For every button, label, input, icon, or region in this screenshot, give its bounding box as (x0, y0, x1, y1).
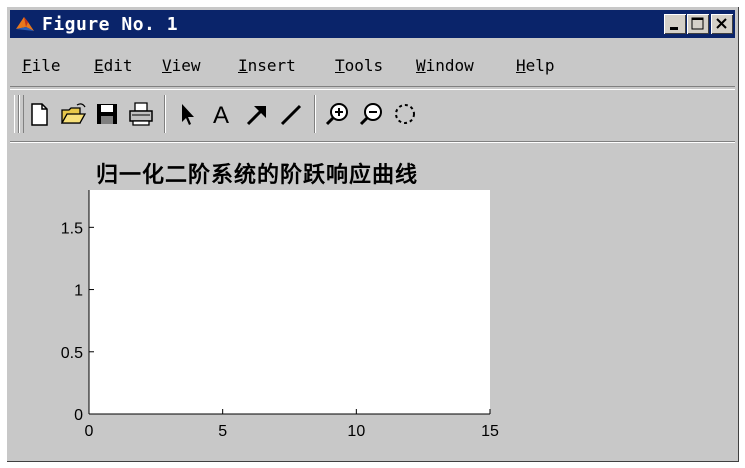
x-tick-label: 10 (347, 423, 365, 440)
x-tick-label: 5 (218, 423, 227, 440)
open-folder-icon (60, 103, 87, 124)
plot-title: 归一化二阶系统的阶跃响应曲线 (96, 162, 419, 188)
figure-toolbar: A (10, 89, 735, 139)
menu-bar: File Edit View Insert Tools Window Help (10, 44, 735, 84)
close-button[interactable] (711, 14, 733, 34)
insert-text-icon: A (213, 102, 229, 129)
zoom-in-icon (325, 103, 348, 126)
maximize-button[interactable] (687, 14, 709, 34)
menu-insert[interactable]: Insert (238, 56, 296, 75)
arrow-pointer-icon (182, 104, 194, 125)
menu-label-rest: nsert (247, 56, 296, 75)
insert-arrow-button[interactable] (242, 99, 272, 129)
x-tick-label: 0 (85, 423, 94, 440)
menu-mnemonic: T (335, 56, 345, 75)
insert-text-button[interactable]: A (206, 99, 236, 129)
menu-mnemonic: W (416, 56, 426, 75)
menu-tools[interactable]: Tools (335, 56, 383, 75)
menu-mnemonic: F (22, 56, 32, 75)
save-disk-icon (97, 104, 117, 124)
menu-label-rest: dit (103, 56, 133, 75)
menu-window[interactable]: Window (416, 56, 474, 75)
zoom-out-icon (359, 103, 382, 126)
save-button[interactable] (92, 99, 122, 129)
toolbar-separator (164, 95, 166, 133)
insert-line-icon (280, 104, 302, 126)
select-button[interactable] (172, 99, 202, 129)
printer-icon (129, 102, 153, 126)
toolbar-divider (10, 141, 735, 143)
insert-arrow-icon (246, 106, 266, 126)
maximize-icon (691, 17, 704, 30)
title-bar[interactable]: Figure No. 1 (10, 10, 735, 38)
y-tick-label: 1.5 (61, 220, 83, 237)
minimize-button[interactable] (664, 14, 686, 34)
menu-mnemonic: E (94, 56, 104, 75)
rotate-3d-icon (395, 104, 415, 124)
menu-label-rest: ools (344, 56, 384, 75)
new-file-icon (31, 103, 48, 126)
window-title: Figure No. 1 (42, 14, 179, 35)
x-tick-label: 15 (481, 423, 499, 440)
menu-label-rest: ile (31, 56, 61, 75)
menu-edit[interactable]: Edit (94, 56, 133, 75)
menu-view[interactable]: View (162, 56, 201, 75)
svg-text:A: A (213, 102, 229, 129)
menu-label-rest: elp (525, 56, 555, 75)
toolbar-separator-2 (314, 95, 316, 133)
menu-help[interactable]: Help (516, 56, 555, 75)
figure-window: Figure No. 1 File Edit View Insert Tools Wind… (6, 6, 739, 462)
minimize-icon (670, 27, 678, 30)
menu-label-rest: iew (171, 56, 201, 75)
matlab-logo-icon (14, 13, 36, 35)
y-tick-label: 0 (74, 407, 83, 424)
menu-mnemonic: H (516, 56, 526, 75)
insert-line-button[interactable] (276, 99, 306, 129)
menu-mnemonic: V (162, 56, 172, 75)
zoom-out-button[interactable] (356, 99, 386, 129)
rotate-button[interactable] (390, 99, 420, 129)
print-button[interactable] (126, 99, 156, 129)
y-tick-label: 0.5 (61, 345, 83, 362)
zoom-in-button[interactable] (322, 99, 352, 129)
menu-file[interactable]: File (22, 56, 61, 75)
open-button[interactable] (58, 99, 88, 129)
y-tick-label: 1 (74, 283, 83, 300)
close-icon (716, 18, 727, 29)
plot-area (89, 190, 490, 414)
new-file-button[interactable] (24, 99, 54, 129)
menu-mnemonic: I (238, 56, 248, 75)
menu-label-rest: indow (425, 56, 474, 75)
